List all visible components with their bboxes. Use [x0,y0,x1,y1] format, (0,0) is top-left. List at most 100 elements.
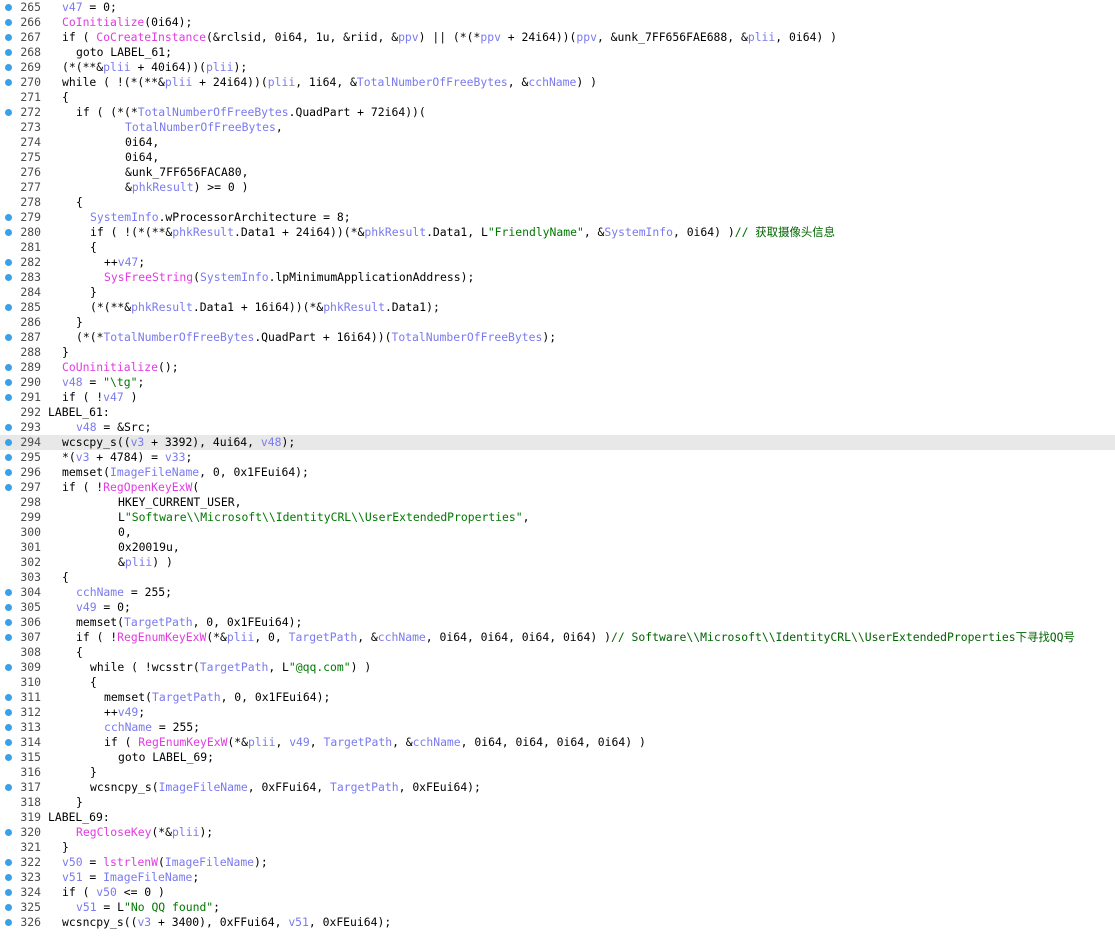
code-line[interactable]: 322 v50 = lstrlenW(ImageFileName); [0,855,1115,870]
code-line[interactable]: 267 if ( CoCreateInstance(&rclsid, 0i64, … [0,30,1115,45]
code-line[interactable]: 276 &unk_7FF656FACA80, [0,165,1115,180]
code-line[interactable]: 285 (*(**&phkResult.Data1 + 16i64))(*&phk… [0,300,1115,315]
code-line[interactable]: 321} [0,840,1115,855]
code-line[interactable]: 271 { [0,90,1115,105]
code-line[interactable]: 275 0i64, [0,150,1115,165]
code-line[interactable]: 309 while ( !wcsstr(TargetPath, L"@qq.com… [0,660,1115,675]
code-line[interactable]: 272 if ( (*(*TotalNumberOfFreeBytes.QuadP… [0,105,1115,120]
breakpoint-dot-icon[interactable] [5,424,12,431]
breakpoint-dot-icon[interactable] [5,619,12,626]
code-line[interactable]: 302 &plii) ) [0,555,1115,570]
code-line[interactable]: 325 v51 = L"No QQ found"; [0,900,1115,915]
breakpoint-dot-icon[interactable] [5,904,12,911]
breakpoint-dot-icon[interactable] [5,214,12,221]
breakpoint-dot-icon[interactable] [5,469,12,476]
code-line[interactable]: 286} [0,315,1115,330]
code-line[interactable]: 284} [0,285,1115,300]
breakpoint-dot-icon[interactable] [5,859,12,866]
code-line[interactable]: 297 if ( !RegOpenKeyExW( [0,480,1115,495]
breakpoint-dot-icon[interactable] [5,604,12,611]
breakpoint-dot-icon[interactable] [5,79,12,86]
code-line[interactable]: 292 LABEL_61: [0,405,1115,420]
breakpoint-dot-icon[interactable] [5,229,12,236]
code-line[interactable]: 303 { [0,570,1115,585]
code-line[interactable]: 305 v49 = 0; [0,600,1115,615]
breakpoint-dot-icon[interactable] [5,334,12,341]
code-line[interactable]: 310 { [0,675,1115,690]
breakpoint-dot-icon[interactable] [5,439,12,446]
code-line[interactable]: 306 memset(TargetPath, 0, 0x1FEui64); [0,615,1115,630]
code-line[interactable]: 314 if ( RegEnumKeyExW(*&plii, v49, Targe… [0,735,1115,750]
breakpoint-dot-icon[interactable] [5,829,12,836]
code-line[interactable]: 296 memset(ImageFileName, 0, 0x1FEui64); [0,465,1115,480]
breakpoint-dot-icon[interactable] [5,664,12,671]
code-line[interactable]: 304 cchName = 255; [0,585,1115,600]
breakpoint-dot-icon[interactable] [5,364,12,371]
code-line[interactable]: 301 0x20019u, [0,540,1115,555]
code-line[interactable]: 274 0i64, [0,135,1115,150]
breakpoint-dot-icon[interactable] [5,484,12,491]
code-line[interactable]: 295 *(v3 + 4784) = v33; [0,450,1115,465]
code-line[interactable]: 277 &phkResult) >= 0 ) [0,180,1115,195]
breakpoint-dot-icon[interactable] [5,889,12,896]
code-line[interactable]: 293 v48 = &Src; [0,420,1115,435]
code-line[interactable]: 317 wcsncpy_s(ImageFileName, 0xFFui64, Ta… [0,780,1115,795]
breakpoint-dot-icon[interactable] [5,874,12,881]
code-line[interactable]: 324 if ( v50 <= 0 ) [0,885,1115,900]
code-line[interactable]: 308 { [0,645,1115,660]
code-line[interactable]: 315 goto LABEL_69; [0,750,1115,765]
breakpoint-dot-icon[interactable] [5,4,12,11]
code-line[interactable]: 266 CoInitialize(0i64); [0,15,1115,30]
breakpoint-dot-icon[interactable] [5,259,12,266]
code-line[interactable]: 278 { [0,195,1115,210]
code-line[interactable]: 312 ++v49; [0,705,1115,720]
breakpoint-dot-icon[interactable] [5,379,12,386]
code-line[interactable]: 311 memset(TargetPath, 0, 0x1FEui64); [0,690,1115,705]
code-line[interactable]: 281 { [0,240,1115,255]
code-line[interactable]: 318} [0,795,1115,810]
code-line[interactable]: 287 (*(*TotalNumberOfFreeBytes.QuadPart +… [0,330,1115,345]
code-line[interactable]: 300 0, [0,525,1115,540]
breakpoint-dot-icon[interactable] [5,919,12,926]
code-line[interactable]: 288} [0,345,1115,360]
code-line[interactable]: 290 v48 = "\tg"; [0,375,1115,390]
code-line[interactable]: 320 RegCloseKey(*&plii); [0,825,1115,840]
code-line[interactable]: 283 SysFreeString(SystemInfo.lpMinimumApp… [0,270,1115,285]
breakpoint-dot-icon[interactable] [5,49,12,56]
code-line[interactable]: 269 (*(**&plii + 40i64))(plii); [0,60,1115,75]
code-line[interactable]: 268 goto LABEL_61; [0,45,1115,60]
breakpoint-dot-icon[interactable] [5,19,12,26]
breakpoint-dot-icon[interactable] [5,109,12,116]
code-line[interactable]: 316} [0,765,1115,780]
breakpoint-dot-icon[interactable] [5,754,12,761]
code-line[interactable]: 291 if ( !v47 ) [0,390,1115,405]
code-line[interactable]: 299 L"Software\\Microsoft\\IdentityCRL\\U… [0,510,1115,525]
breakpoint-dot-icon[interactable] [5,739,12,746]
code-line[interactable]: 319 LABEL_69: [0,810,1115,825]
breakpoint-dot-icon[interactable] [5,589,12,596]
breakpoint-dot-icon[interactable] [5,394,12,401]
breakpoint-dot-icon[interactable] [5,304,12,311]
code-line[interactable]: 282 ++v47; [0,255,1115,270]
code-line[interactable]: 323 v51 = ImageFileName; [0,870,1115,885]
code-line[interactable]: 313 cchName = 255; [0,720,1115,735]
breakpoint-dot-icon[interactable] [5,274,12,281]
code-line[interactable]: 326 wcsncpy_s((v3 + 3400), 0xFFui64, v51,… [0,915,1115,930]
code-line[interactable]: 298 HKEY_CURRENT_USER, [0,495,1115,510]
code-line[interactable]: 289 CoUninitialize(); [0,360,1115,375]
breakpoint-dot-icon[interactable] [5,694,12,701]
breakpoint-dot-icon[interactable] [5,709,12,716]
breakpoint-dot-icon[interactable] [5,724,12,731]
code-line[interactable]: 307 if ( !RegEnumKeyExW(*&plii, 0, Target… [0,630,1115,645]
pseudocode-view[interactable]: 265 v47 = 0; 266 CoInitialize(0i64); 267 if (… [0,0,1115,937]
breakpoint-dot-icon[interactable] [5,34,12,41]
code-line[interactable]: 279 SystemInfo.wProcessorArchitecture = 8… [0,210,1115,225]
breakpoint-dot-icon[interactable] [5,784,12,791]
code-line[interactable]: 270 while ( !(*(**&plii + 24i64))(plii, 1… [0,75,1115,90]
code-line[interactable]: 280 if ( !(*(**&phkResult.Data1 + 24i64))… [0,225,1115,240]
breakpoint-dot-icon[interactable] [5,634,12,641]
code-line[interactable]: 294 wcscpy_s((v3 + 3392), 4ui64, v48); [0,435,1115,450]
code-line[interactable]: 273 TotalNumberOfFreeBytes, [0,120,1115,135]
breakpoint-dot-icon[interactable] [5,64,12,71]
breakpoint-dot-icon[interactable] [5,454,12,461]
